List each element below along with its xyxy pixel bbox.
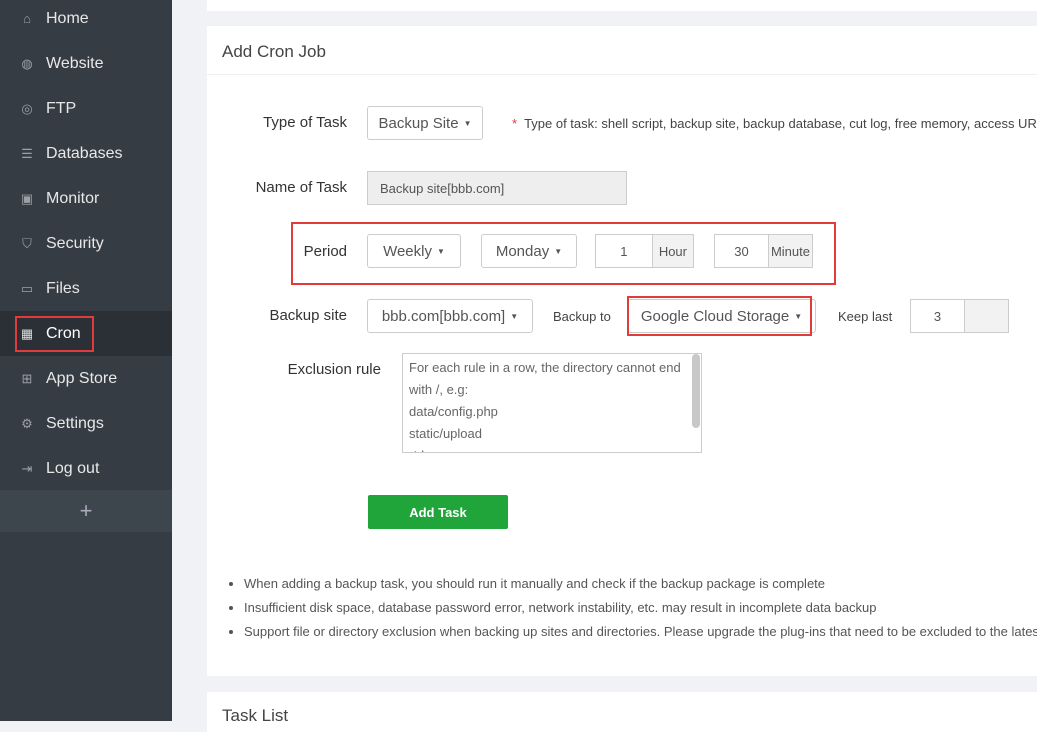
monitor-icon: ▣ — [20, 190, 34, 206]
caret-down-icon: ▼ — [436, 246, 445, 256]
period-label: Period — [303, 243, 347, 260]
exclusion-label: Exclusion rule — [287, 361, 381, 378]
name-label: Name of Task — [255, 179, 347, 196]
sidebar-item-label: Settings — [46, 414, 104, 432]
shield-icon: ⛉ — [22, 235, 32, 251]
highlight-box — [15, 316, 94, 352]
period-value: Weekly — [383, 242, 432, 260]
scrollbar[interactable] — [692, 354, 700, 428]
caret-down-icon: ▼ — [463, 118, 472, 128]
sidebar-item-label: Files — [46, 279, 80, 297]
minute-unit: Minute — [767, 235, 812, 267]
hour-value: 1 — [620, 243, 628, 259]
caret-down-icon: ▼ — [554, 246, 563, 256]
type-label: Type of Task — [263, 114, 347, 131]
sidebar-item-label: FTP — [46, 99, 77, 117]
sidebar-item-website[interactable]: ◍ Website — [0, 41, 172, 86]
sidebar-item-label: Website — [46, 54, 104, 72]
minute-value: 30 — [734, 243, 749, 259]
top-card — [207, 0, 1037, 11]
home-icon: ⌂ — [23, 10, 31, 26]
database-icon: ☰ — [21, 145, 33, 161]
note-item: When adding a backup task, you should ru… — [244, 572, 1037, 596]
sidebar: ⌂ Home ◍ Website ◎ FTP ☰ Databases ▣ Monitor … — [0, 0, 172, 721]
name-value: Backup site[bbb.com] — [380, 180, 505, 196]
sidebar-item-label: App Store — [46, 369, 118, 387]
sidebar-item-settings[interactable]: ⚙ Settings — [0, 401, 172, 446]
keep-last-unit — [964, 300, 1008, 332]
gear-icon: ⚙ — [21, 415, 33, 431]
highlight-box — [627, 296, 812, 336]
task-list-panel: Task List — [207, 692, 1037, 732]
sidebar-item-label: Security — [46, 234, 104, 252]
sidebar-item-databases[interactable]: ☰ Databases — [0, 131, 172, 176]
period-select[interactable]: Weekly ▼ — [367, 234, 461, 268]
name-input[interactable]: Backup site[bbb.com] — [367, 171, 627, 205]
sidebar-item-logout[interactable]: ⇥ Log out — [0, 446, 172, 491]
note-item: Support file or directory exclusion when… — [244, 620, 1037, 644]
sidebar-item-security[interactable]: ⛉ Security — [0, 221, 172, 266]
sidebar-item-label: Home — [46, 9, 89, 27]
sidebar-item-app-store[interactable]: ⊞ App Store — [0, 356, 172, 401]
hour-input[interactable]: 1 Hour — [595, 234, 694, 268]
globe-icon: ◍ — [21, 55, 33, 71]
keep-last-label: Keep last — [838, 309, 893, 324]
logout-icon: ⇥ — [21, 460, 33, 476]
keep-last-input[interactable]: 3 — [910, 299, 1009, 333]
keep-last-value: 3 — [933, 308, 942, 324]
add-task-button[interactable]: Add Task — [368, 495, 508, 529]
required-star: * — [512, 116, 518, 131]
type-hint: Type of task: shell script, backup site,… — [524, 116, 1037, 131]
divider — [207, 74, 1037, 75]
type-value: Backup Site — [378, 114, 459, 132]
ftp-icon: ◎ — [21, 100, 33, 116]
sidebar-item-files[interactable]: ▭ Files — [0, 266, 172, 311]
folder-icon: ▭ — [20, 280, 34, 296]
type-select[interactable]: Backup Site ▼ — [367, 106, 483, 140]
site-select[interactable]: bbb.com[bbb.com] ▼ — [367, 299, 533, 333]
exclusion-textarea[interactable]: For each rule in a row, the directory ca… — [402, 353, 702, 453]
panel-title: Add Cron Job — [222, 42, 326, 61]
notes-list: When adding a backup task, you should ru… — [244, 572, 1037, 644]
add-cron-job-panel: Add Cron Job Type of Task Backup Site ▼ *… — [207, 26, 1037, 676]
grid-icon: ⊞ — [21, 370, 33, 386]
minute-input[interactable]: 30 Minute — [714, 234, 813, 268]
day-select[interactable]: Monday ▼ — [481, 234, 577, 268]
sidebar-item-label: Databases — [46, 144, 123, 162]
sidebar-item-label: Monitor — [46, 189, 100, 207]
note-item: Insufficient disk space, database passwo… — [244, 596, 1037, 620]
sidebar-item-label: Log out — [46, 459, 100, 477]
sidebar-item-home[interactable]: ⌂ Home — [0, 0, 172, 41]
sidebar-item-ftp[interactable]: ◎ FTP — [0, 86, 172, 131]
add-menu-button[interactable]: + — [0, 490, 172, 532]
site-label: Backup site — [269, 307, 347, 324]
task-list-title: Task List — [222, 706, 289, 725]
site-value: bbb.com[bbb.com] — [381, 307, 506, 325]
day-value: Monday — [495, 242, 550, 260]
hour-unit: Hour — [651, 235, 693, 267]
sidebar-item-monitor[interactable]: ▣ Monitor — [0, 176, 172, 221]
caret-down-icon: ▼ — [510, 311, 519, 321]
backup-to-label: Backup to — [553, 309, 611, 324]
